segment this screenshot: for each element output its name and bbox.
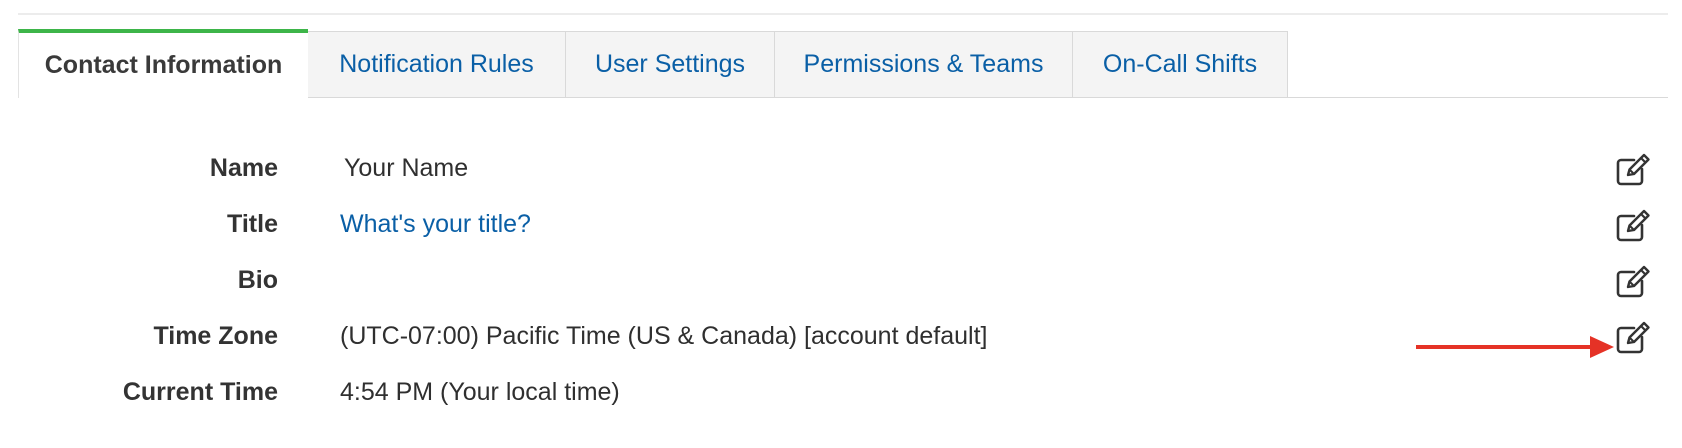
name-label: Name	[209, 154, 278, 182]
title-placeholder-link[interactable]: What's your title?	[340, 204, 531, 244]
edit-icon	[1616, 321, 1650, 354]
current-time-value: 4:54 PM (Your local time)	[340, 378, 620, 406]
name-row: Name Your Name	[0, 148, 1682, 188]
title-row: Title What's your title?	[0, 204, 1682, 244]
contact-information-page: Contact Information Notification Rules U…	[0, 0, 1682, 448]
tab-permissions-teams[interactable]: Permissions & Teams	[775, 31, 1073, 97]
bio-label: Bio	[237, 266, 278, 294]
tab-user-settings[interactable]: User Settings	[566, 31, 775, 97]
top-divider	[18, 13, 1668, 15]
tab-contact-information[interactable]: Contact Information	[18, 29, 308, 98]
tab-bar: Contact Information Notification Rules U…	[18, 29, 1668, 98]
current-time-label: Current Time	[122, 378, 278, 406]
edit-icon	[1616, 153, 1650, 186]
edit-title-button[interactable]	[1615, 207, 1653, 243]
edit-bio-button[interactable]	[1615, 263, 1653, 299]
edit-time-zone-button[interactable]	[1615, 319, 1653, 355]
edit-icon	[1616, 265, 1650, 298]
red-arrow-annotation	[1416, 336, 1614, 358]
current-time-row: Current Time 4:54 PM (Your local time)	[0, 372, 1682, 412]
name-value: Your Name	[344, 154, 469, 182]
edit-name-button[interactable]	[1615, 151, 1653, 187]
bio-row: Bio	[0, 260, 1682, 300]
tab-notification-rules[interactable]: Notification Rules	[308, 31, 566, 97]
tab-on-call-shifts[interactable]: On-Call Shifts	[1073, 31, 1288, 97]
time-zone-label: Time Zone	[153, 322, 278, 350]
edit-icon	[1616, 209, 1650, 242]
title-label: Title	[227, 210, 278, 238]
time-zone-value: (UTC-07:00) Pacific Time (US & Canada) […	[340, 322, 988, 350]
